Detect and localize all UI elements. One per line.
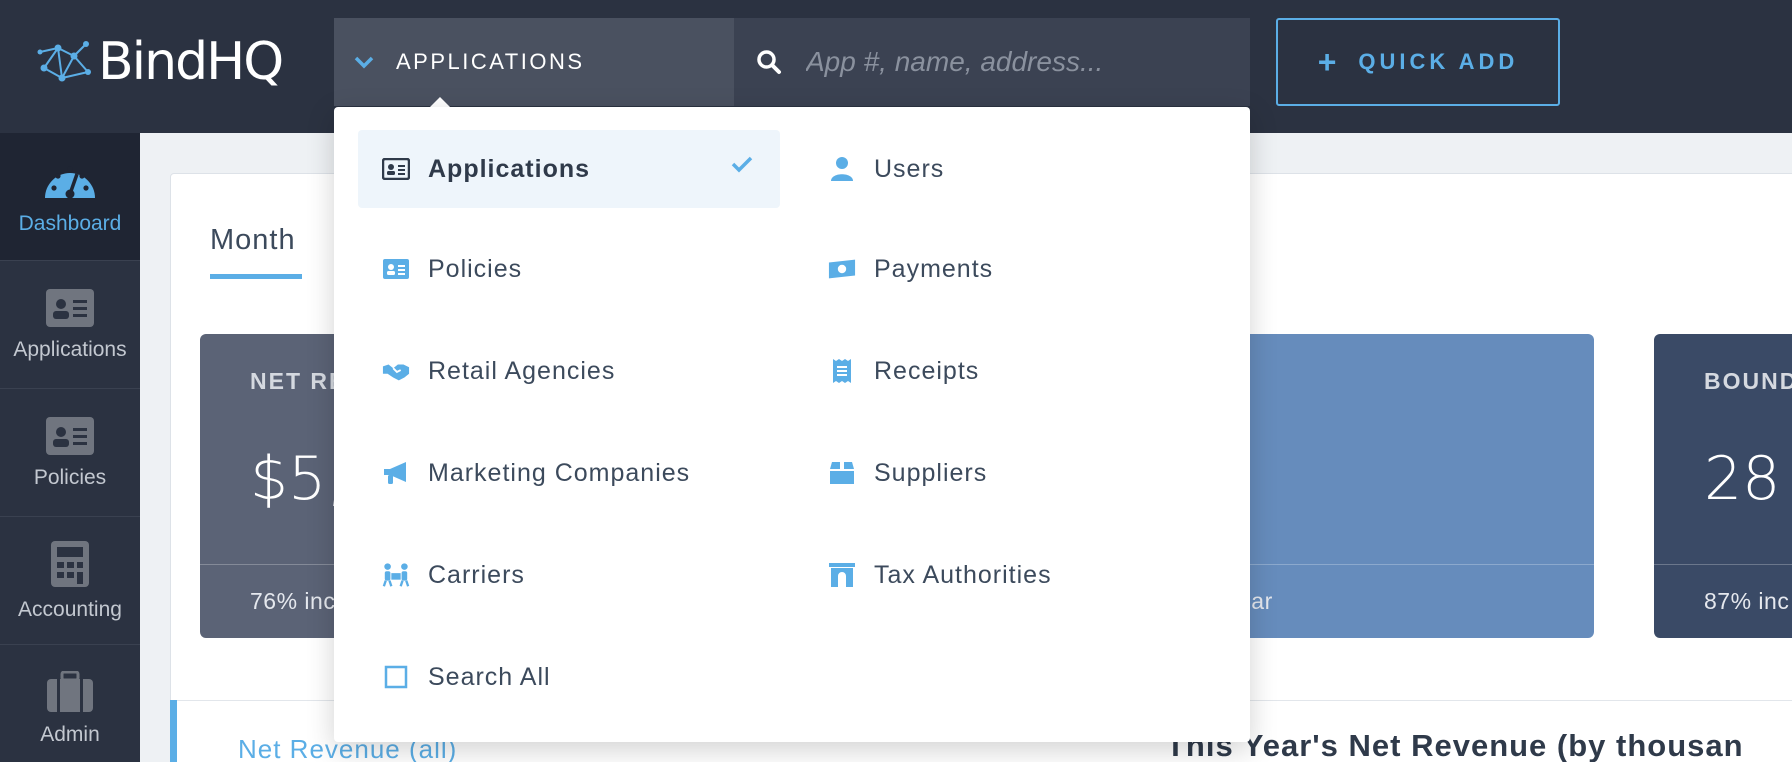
menu-item-label: Search All <box>428 662 551 691</box>
stat-title: BOUND <box>1704 368 1792 394</box>
network-logo-icon <box>37 41 91 82</box>
sidebar: Dashboard Applications Policies Accounti… <box>0 133 140 762</box>
logo[interactable]: BindHQ <box>36 32 284 92</box>
stat-card-bound: BOUND 28 87% inc <box>1654 334 1792 638</box>
receipt-icon <box>828 357 856 385</box>
search-scope-label: APPLICATIONS <box>396 49 585 74</box>
people-carry-icon <box>382 561 410 589</box>
calculator-icon <box>51 540 89 587</box>
sidebar-item-label: Policies <box>33 465 107 489</box>
sidebar-item-label: Dashboard <box>18 211 122 235</box>
sidebar-item-label: Applications <box>13 337 127 361</box>
archway-icon <box>828 561 856 589</box>
search-scope-dropdown[interactable]: APPLICATIONS <box>334 18 734 106</box>
menu-item-label: Retail Agencies <box>428 356 616 385</box>
id-card-icon <box>382 255 410 283</box>
search-bar: APPLICATIONS <box>334 18 1250 106</box>
quick-add-label: QUICK ADD <box>1358 49 1519 74</box>
menu-item-label: Suppliers <box>874 458 988 487</box>
menu-item-policies[interactable]: Policies <box>358 230 780 308</box>
briefcase-icon <box>47 670 93 712</box>
menu-item-payments[interactable]: Payments <box>804 230 1226 308</box>
handshake-icon <box>382 357 410 385</box>
menu-item-suppliers[interactable]: Suppliers <box>804 434 1226 512</box>
quick-add-button[interactable]: + QUICK ADD <box>1276 18 1560 106</box>
sidebar-item-label: Admin <box>40 722 100 746</box>
menu-item-label: Tax Authorities <box>874 560 1052 589</box>
stat-footnote: 87% inc <box>1704 588 1790 614</box>
checkmark-icon <box>731 156 753 173</box>
dropdown-caret <box>430 97 450 107</box>
menu-item-tax-authorities[interactable]: Tax Authorities <box>804 536 1226 614</box>
sidebar-item-policies[interactable]: Policies <box>0 389 140 517</box>
dashboard-gauge-icon <box>45 165 95 198</box>
menu-item-receipts[interactable]: Receipts <box>804 332 1226 410</box>
section-accent-bar <box>170 700 177 762</box>
menu-item-users[interactable]: Users <box>804 130 1226 208</box>
menu-item-applications[interactable]: Applications <box>358 130 780 208</box>
stat-value: 28 <box>1704 444 1781 514</box>
sidebar-item-applications[interactable]: Applications <box>0 261 140 389</box>
tab-month[interactable]: Month <box>210 224 296 257</box>
sidebar-item-admin[interactable]: Admin <box>0 645 140 762</box>
checkbox-icon <box>382 663 410 691</box>
sidebar-item-accounting[interactable]: Accounting <box>0 517 140 645</box>
sidebar-item-dashboard[interactable]: Dashboard <box>0 133 140 261</box>
tab-active-indicator <box>210 274 302 279</box>
menu-item-label: Marketing Companies <box>428 458 691 487</box>
menu-item-label: Users <box>874 154 945 183</box>
menu-item-carriers[interactable]: Carriers <box>358 536 780 614</box>
search-icon <box>757 50 781 74</box>
logo-text: BindHQ <box>98 32 284 92</box>
menu-item-label: Applications <box>428 154 591 183</box>
menu-item-label: Payments <box>874 254 994 283</box>
search-scope-menu: Applications Policies Retail Agencies Ma… <box>334 107 1250 742</box>
id-card-icon <box>46 288 94 327</box>
menu-item-label: Policies <box>428 254 523 283</box>
stat-value: $5, <box>250 444 346 514</box>
sidebar-item-label: Accounting <box>18 597 122 621</box>
stat-title: NET RE <box>250 368 347 394</box>
plus-icon: + <box>1317 43 1341 80</box>
money-bill-icon <box>828 255 856 283</box>
menu-item-label: Carriers <box>428 560 525 589</box>
box-icon <box>828 459 856 487</box>
chevron-down-icon <box>354 56 374 69</box>
id-card-icon <box>46 416 94 455</box>
year-revenue-title: This Year's Net Revenue (by thousan <box>1166 728 1744 762</box>
search-field <box>734 18 1250 106</box>
id-card-icon <box>382 155 410 183</box>
megaphone-icon <box>382 459 410 487</box>
search-input[interactable] <box>806 46 1226 78</box>
menu-item-retail-agencies[interactable]: Retail Agencies <box>358 332 780 410</box>
stat-footnote: 76% inc <box>250 588 336 614</box>
stat-divider <box>1654 564 1792 565</box>
menu-item-search-all[interactable]: Search All <box>358 638 780 716</box>
user-icon <box>828 155 856 183</box>
menu-item-label: Receipts <box>874 356 980 385</box>
menu-item-marketing-companies[interactable]: Marketing Companies <box>358 434 780 512</box>
